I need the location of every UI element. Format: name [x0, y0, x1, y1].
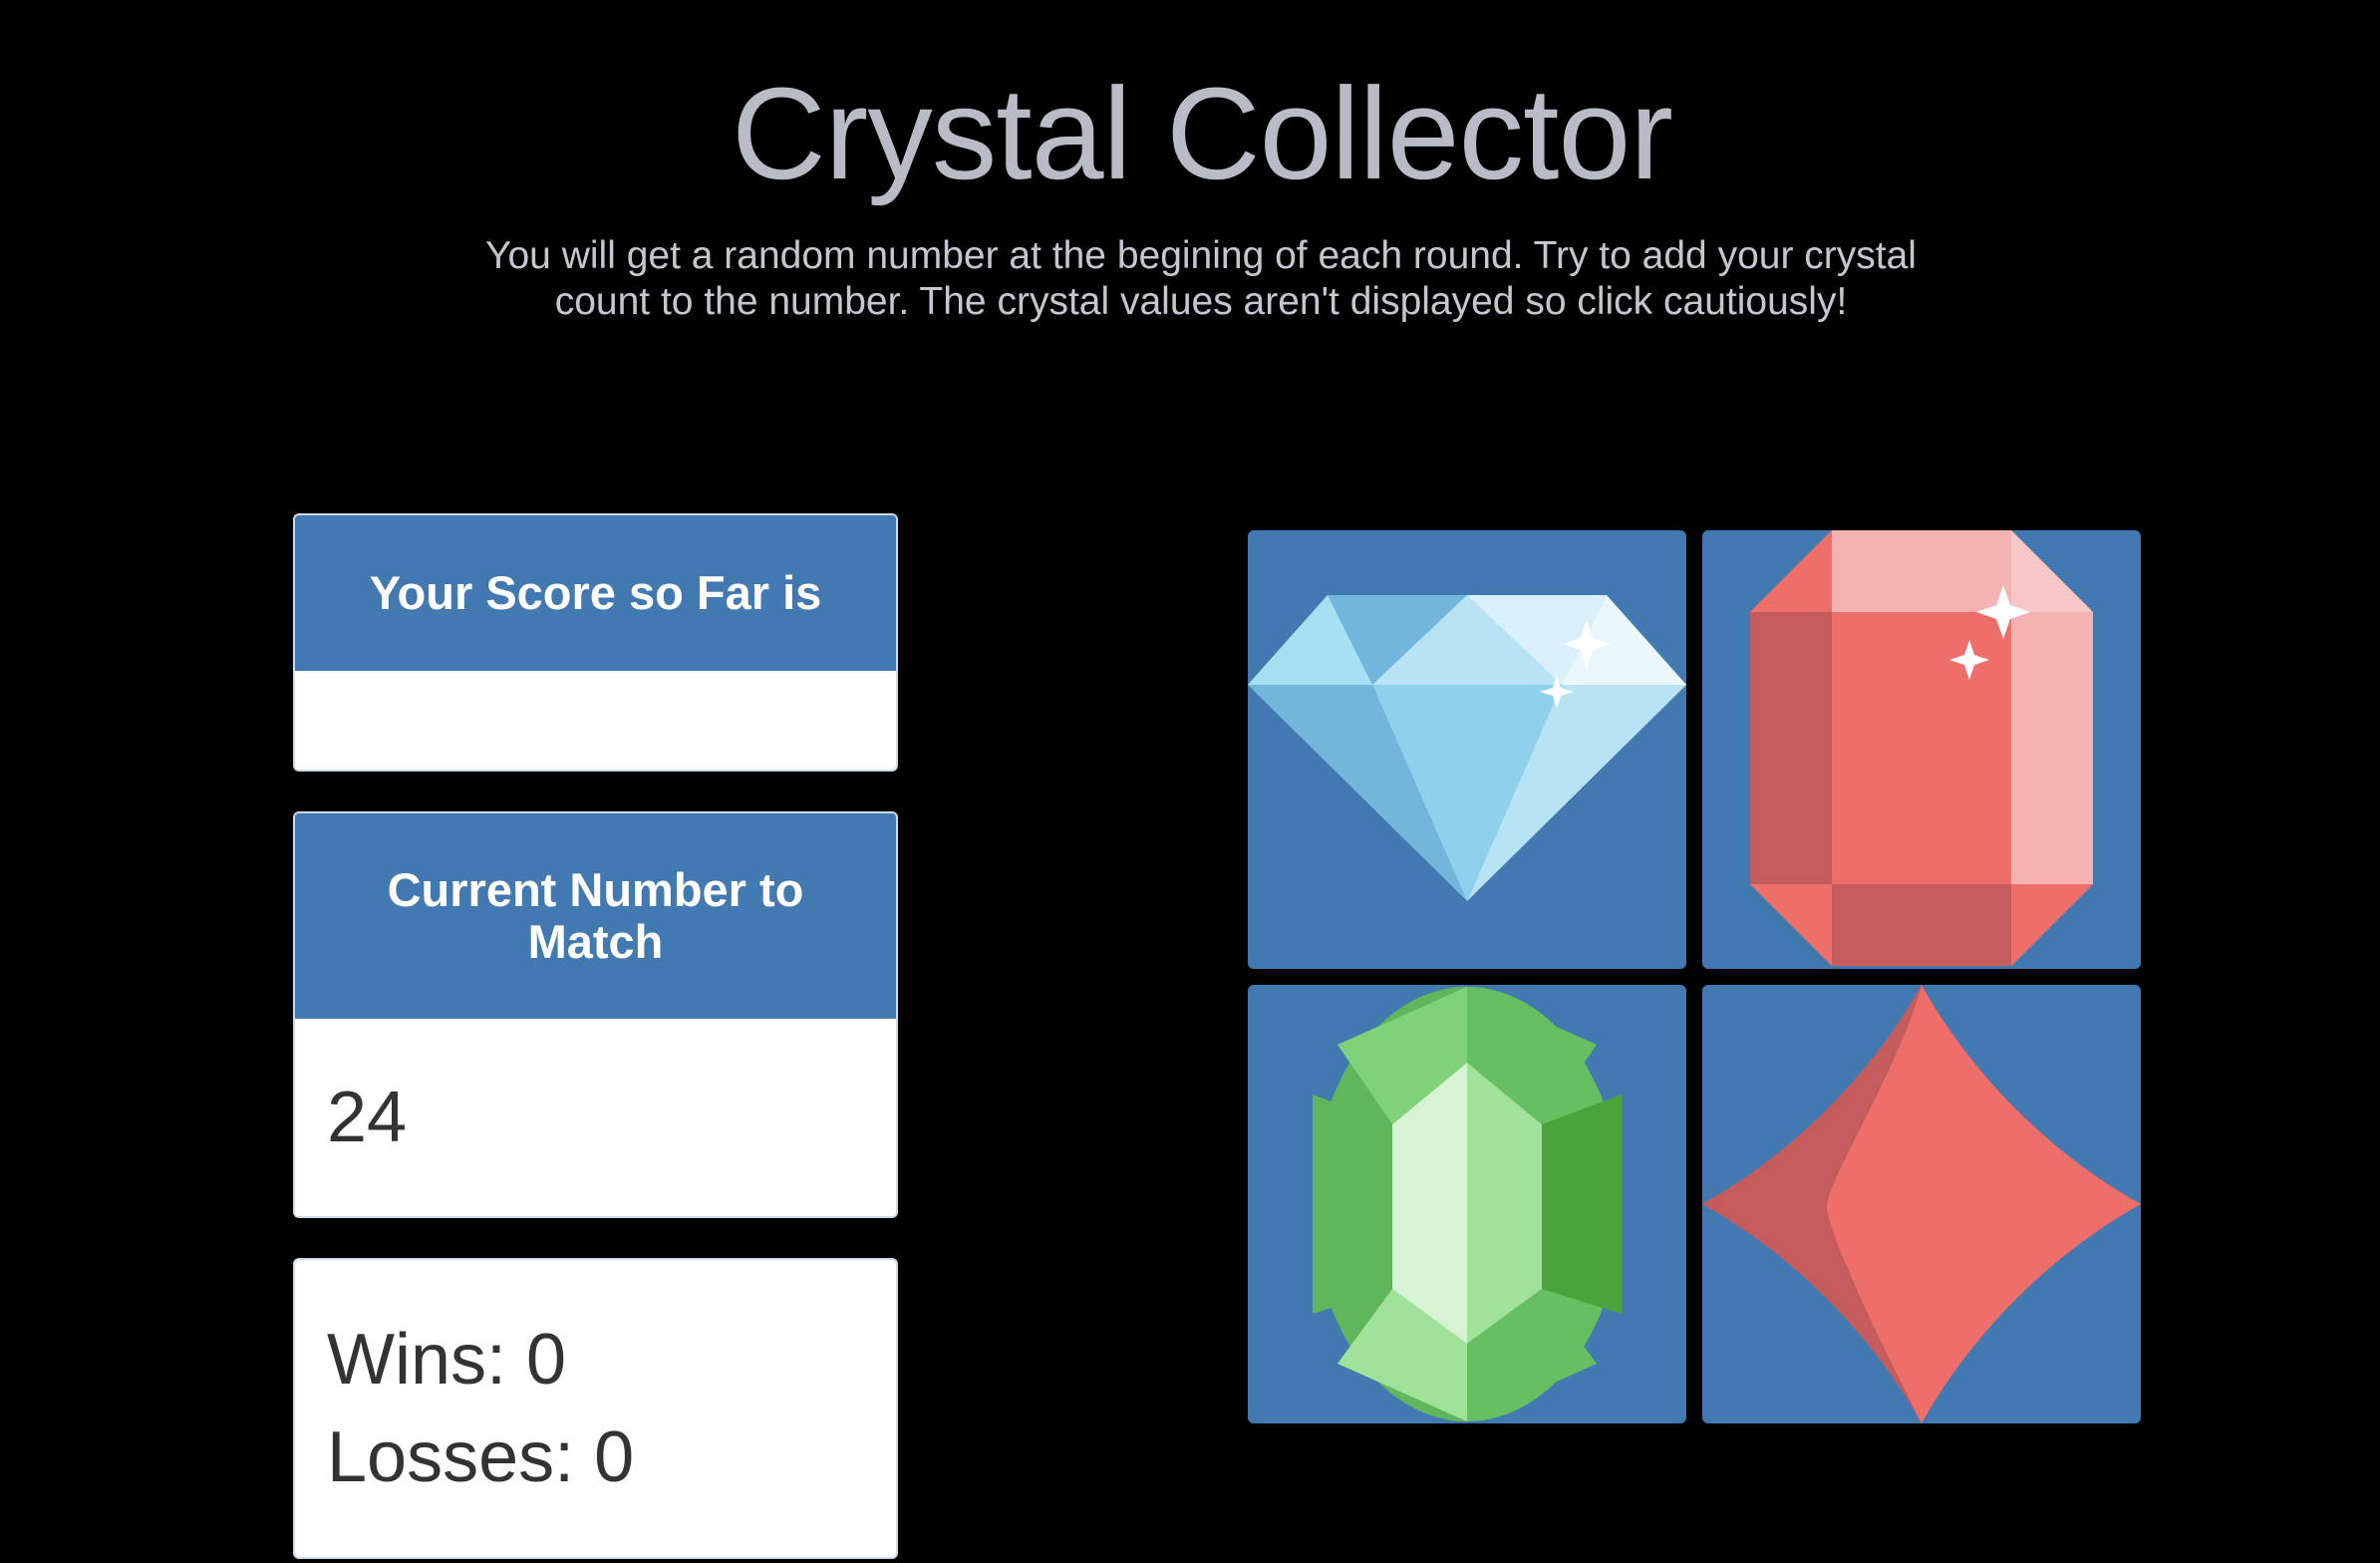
crystal-button-emerald[interactable] — [1248, 985, 1686, 1423]
losses-counter: Losses: 0 — [327, 1417, 635, 1497]
record-panel: Wins: 0 Losses: 0 — [293, 1258, 898, 1559]
target-heading: Current Number to Match — [295, 813, 896, 1019]
red-ruby-icon — [1750, 530, 2093, 966]
target-panel: Current Number to Match 24 — [293, 811, 898, 1218]
crystal-button-rhombus[interactable] — [1702, 985, 2141, 1423]
green-emerald-icon — [1313, 987, 1622, 1421]
crystal-button-diamond[interactable] — [1248, 530, 1686, 969]
page-title: Crystal Collector — [732, 60, 1673, 206]
score-panel: Your Score so Far is — [293, 513, 898, 772]
score-heading: Your Score so Far is — [295, 515, 896, 671]
game-page: Crystal Collector You will get a random … — [0, 0, 2380, 1563]
target-value: 24 — [327, 1078, 408, 1157]
score-value — [295, 671, 896, 770]
wins-counter: Wins: 0 — [327, 1320, 567, 1400]
instructions-text: You will get a random number at the begi… — [485, 234, 1917, 323]
blue-diamond-icon — [1248, 595, 1686, 901]
crystal-button-ruby[interactable] — [1702, 530, 2141, 969]
red-rhombus-icon — [1702, 985, 2141, 1423]
